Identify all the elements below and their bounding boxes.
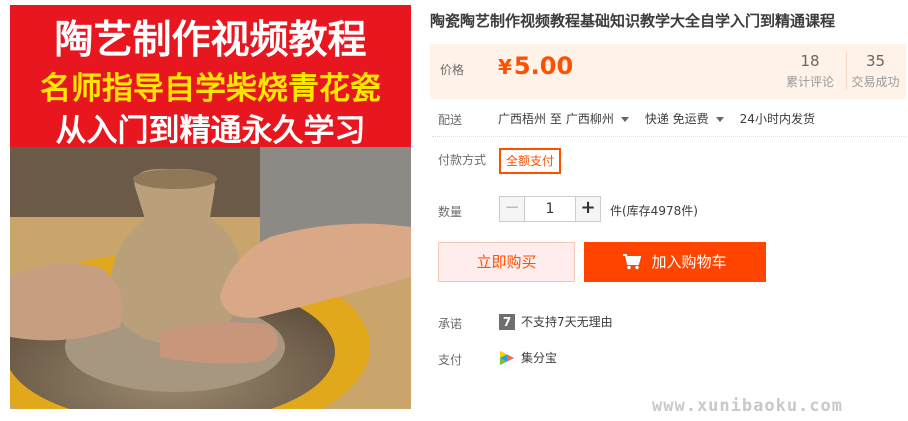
add-to-cart-label: 加入购物车 <box>651 253 727 271</box>
promise-info[interactable]: 7 不支持7天无理由 <box>499 313 613 330</box>
product-main-image[interactable]: 陶艺制作视频教程 名师指导自学柴烧青花瓷 从入门到精通永久学习 <box>10 5 411 409</box>
pay-info[interactable]: 集分宝 <box>499 349 557 366</box>
quantity-stepper: − + <box>499 196 601 222</box>
chevron-down-icon <box>715 117 724 122</box>
sold-stat: 35 交易成功 <box>846 52 904 90</box>
shipping-label: 配送 <box>438 113 463 127</box>
price-amount: 5.00 <box>513 52 574 80</box>
buy-now-button[interactable]: 立即购买 <box>438 242 575 282</box>
promise-text: 不支持7天无理由 <box>521 315 613 329</box>
divider <box>432 136 906 137</box>
price-value: ¥5.00 <box>498 52 573 80</box>
watermark: www.xunibaoku.com <box>652 396 843 416</box>
pay-label: 支付 <box>438 353 463 367</box>
stock-info: 件(库存4978件) <box>610 204 698 218</box>
ship-dispatch: 24小时内发货 <box>739 112 815 126</box>
ship-to: 广西柳州 <box>565 112 614 126</box>
price-label: 价格 <box>440 63 465 77</box>
full-payment-option[interactable]: 全额支付 <box>499 148 561 174</box>
reviews-stat[interactable]: 18 累计评论 <box>783 52 837 90</box>
increase-quantity-button[interactable]: + <box>575 196 601 222</box>
image-banner: 陶艺制作视频教程 名师指导自学柴烧青花瓷 从入门到精通永久学习 <box>10 5 411 149</box>
promise-label: 承诺 <box>438 317 463 331</box>
quantity-label: 数量 <box>438 205 463 219</box>
ship-method-select[interactable]: 快递 免运费 <box>645 110 736 127</box>
banner-title: 陶艺制作视频教程 <box>54 18 367 63</box>
quantity-input[interactable] <box>525 196 575 222</box>
jifenbao-icon <box>500 350 514 365</box>
product-title: 陶瓷陶艺制作视频教程基础知识教学大全自学入门到精通课程 <box>430 12 836 30</box>
sold-count: 35 <box>865 52 886 70</box>
seven-day-icon: 7 <box>499 313 515 330</box>
add-to-cart-button[interactable]: 加入购物车 <box>584 242 766 282</box>
ship-to-select[interactable]: 广西柳州 <box>566 110 641 127</box>
banner-subtitle: 名师指导自学柴烧青花瓷 <box>40 71 381 107</box>
currency-symbol: ¥ <box>498 55 512 79</box>
pay-text: 集分宝 <box>521 351 558 365</box>
price-panel: 价格 ¥5.00 18 累计评论 35 交易成功 <box>430 44 906 99</box>
payment-method-label: 付款方式 <box>438 153 487 167</box>
chevron-down-icon <box>620 117 629 122</box>
decrease-quantity-button[interactable]: − <box>499 196 525 222</box>
sold-label: 交易成功 <box>851 75 900 89</box>
cart-icon <box>623 254 642 270</box>
banner-tagline: 从入门到精通永久学习 <box>55 113 366 149</box>
ship-method: 快递 免运费 <box>644 112 709 126</box>
shipping-info: 广西梧州 至 广西柳州 快递 免运费 24小时内发货 <box>498 110 819 127</box>
reviews-label: 累计评论 <box>785 75 834 89</box>
ship-from: 广西梧州 至 <box>498 112 562 126</box>
pottery-wheel-photo <box>10 147 411 409</box>
reviews-count: 18 <box>800 52 820 70</box>
